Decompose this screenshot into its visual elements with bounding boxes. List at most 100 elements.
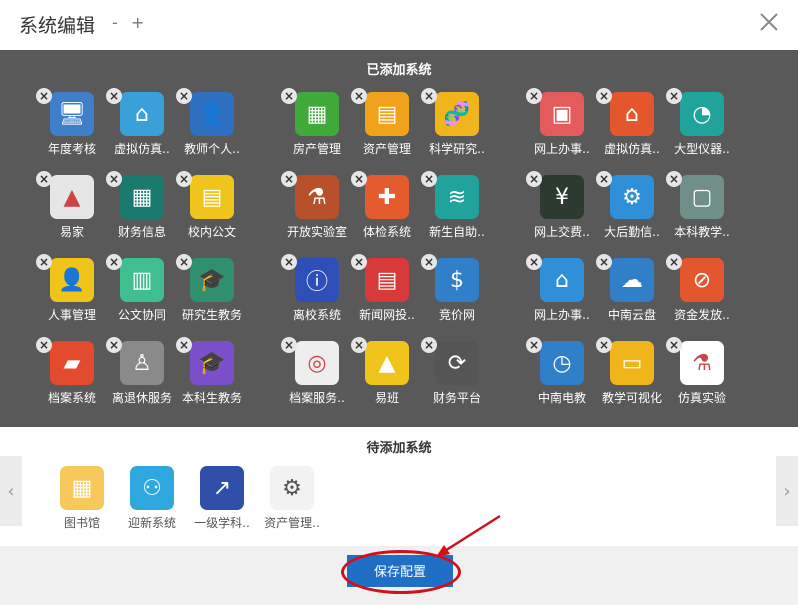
system-icon[interactable]: ¥	[540, 175, 584, 219]
remove-icon[interactable]: ×	[526, 337, 542, 353]
remove-icon[interactable]: ×	[36, 254, 52, 270]
remove-icon[interactable]: ×	[36, 88, 52, 104]
close-icon[interactable]	[758, 11, 780, 33]
added-system-item[interactable]: ⚗ 仿真实验 ×	[660, 337, 744, 411]
system-icon[interactable]: 👤	[190, 92, 234, 136]
system-icon[interactable]: ▦	[120, 175, 164, 219]
system-icon[interactable]: ◔	[680, 92, 724, 136]
remove-icon[interactable]: ×	[421, 88, 437, 104]
system-icon[interactable]: ⚙	[270, 466, 314, 510]
remove-icon[interactable]: ×	[106, 254, 122, 270]
system-label: 本科生教务	[181, 391, 242, 405]
remove-icon[interactable]: ×	[351, 88, 367, 104]
system-icon[interactable]: ⚗	[680, 341, 724, 385]
remove-icon[interactable]: ×	[351, 171, 367, 187]
system-icon[interactable]: $	[435, 258, 479, 302]
remove-icon[interactable]: ×	[421, 337, 437, 353]
remove-icon[interactable]: ×	[596, 171, 612, 187]
system-icon[interactable]: ⚇	[130, 466, 174, 510]
system-icon[interactable]: ▲	[365, 341, 409, 385]
zoom-in-button[interactable]: +	[131, 13, 144, 32]
system-icon[interactable]: 🧬	[435, 92, 479, 136]
system-icon[interactable]: ♙	[120, 341, 164, 385]
system-icon[interactable]: ▭	[610, 341, 654, 385]
remove-icon[interactable]: ×	[176, 171, 192, 187]
remove-icon[interactable]: ×	[281, 88, 297, 104]
chevron-left-icon[interactable]: ‹	[0, 456, 22, 526]
remove-icon[interactable]: ×	[281, 337, 297, 353]
remove-icon[interactable]: ×	[666, 337, 682, 353]
remove-icon[interactable]: ×	[526, 171, 542, 187]
zoom-out-button[interactable]: -	[112, 13, 118, 32]
system-icon[interactable]: ▥	[120, 258, 164, 302]
added-system-item[interactable]: ▢ 本科教学.. ×	[660, 171, 744, 245]
remove-icon[interactable]: ×	[596, 88, 612, 104]
remove-icon[interactable]: ×	[526, 254, 542, 270]
remove-icon[interactable]: ×	[666, 88, 682, 104]
system-icon[interactable]: ⌂	[610, 92, 654, 136]
remove-icon[interactable]: ×	[106, 337, 122, 353]
added-system-item[interactable]: 👤 教师个人.. ×	[170, 88, 254, 162]
remove-icon[interactable]: ×	[526, 88, 542, 104]
system-icon[interactable]: ⓘ	[295, 258, 339, 302]
system-icon[interactable]: ▰	[50, 341, 94, 385]
system-icon[interactable]: ⌂	[120, 92, 164, 136]
remove-icon[interactable]: ×	[281, 254, 297, 270]
pending-system-item[interactable]: ⚙ 资产管理..	[250, 466, 334, 536]
added-system-item[interactable]: 🧬 科学研究.. ×	[415, 88, 499, 162]
system-icon[interactable]: ▲	[50, 175, 94, 219]
system-icon[interactable]: ▢	[680, 175, 724, 219]
remove-icon[interactable]: ×	[666, 254, 682, 270]
added-system-item[interactable]: ≋ 新生自助.. ×	[415, 171, 499, 245]
system-icon[interactable]: ⚙	[610, 175, 654, 219]
system-label: 科学研究..	[429, 142, 485, 156]
system-icon[interactable]: ↗	[200, 466, 244, 510]
added-system-item[interactable]: ◔ 大型仪器.. ×	[660, 88, 744, 162]
added-system-item[interactable]: 🎓 研究生教务 ×	[170, 254, 254, 328]
system-label: 财务平台	[432, 391, 481, 405]
system-icon[interactable]: 🎓	[190, 258, 234, 302]
remove-icon[interactable]: ×	[421, 254, 437, 270]
dialog-title: 系统编辑	[19, 15, 96, 37]
system-icon[interactable]: 👤	[50, 258, 94, 302]
pending-systems-title: 待添加系统	[366, 441, 432, 456]
remove-icon[interactable]: ×	[106, 88, 122, 104]
remove-icon[interactable]: ×	[351, 337, 367, 353]
added-system-item[interactable]: ▤ 校内公文 ×	[170, 171, 254, 245]
system-icon[interactable]: ◎	[295, 341, 339, 385]
system-icon[interactable]: ▦	[295, 92, 339, 136]
chevron-right-icon[interactable]: ›	[776, 456, 798, 526]
save-config-button[interactable]: 保存配置	[347, 555, 453, 587]
system-icon[interactable]: 🖥	[50, 92, 94, 136]
remove-icon[interactable]: ×	[176, 254, 192, 270]
remove-icon[interactable]: ×	[36, 337, 52, 353]
added-system-item[interactable]: 🎓 本科生教务 ×	[170, 337, 254, 411]
system-icon[interactable]: 🎓	[190, 341, 234, 385]
added-system-item[interactable]: $ 竞价网 ×	[415, 254, 499, 328]
added-system-item[interactable]: ⟳ 财务平台 ×	[415, 337, 499, 411]
system-icon[interactable]: ◷	[540, 341, 584, 385]
system-icon[interactable]: ☁	[610, 258, 654, 302]
remove-icon[interactable]: ×	[596, 254, 612, 270]
system-icon[interactable]: ▤	[365, 92, 409, 136]
remove-icon[interactable]: ×	[36, 171, 52, 187]
system-icon[interactable]: ▣	[540, 92, 584, 136]
remove-icon[interactable]: ×	[351, 254, 367, 270]
remove-icon[interactable]: ×	[176, 337, 192, 353]
system-icon[interactable]: ≋	[435, 175, 479, 219]
system-icon[interactable]: ▤	[190, 175, 234, 219]
system-icon[interactable]: ⟳	[435, 341, 479, 385]
system-icon[interactable]: ⚗	[295, 175, 339, 219]
system-icon[interactable]: ⊘	[680, 258, 724, 302]
remove-icon[interactable]: ×	[176, 88, 192, 104]
remove-icon[interactable]: ×	[596, 337, 612, 353]
remove-icon[interactable]: ×	[421, 171, 437, 187]
added-system-item[interactable]: ⊘ 资金发放.. ×	[660, 254, 744, 328]
remove-icon[interactable]: ×	[106, 171, 122, 187]
remove-icon[interactable]: ×	[666, 171, 682, 187]
system-icon[interactable]: ▦	[60, 466, 104, 510]
system-icon[interactable]: ✚	[365, 175, 409, 219]
system-icon[interactable]: ⌂	[540, 258, 584, 302]
system-icon[interactable]: ▤	[365, 258, 409, 302]
remove-icon[interactable]: ×	[281, 171, 297, 187]
